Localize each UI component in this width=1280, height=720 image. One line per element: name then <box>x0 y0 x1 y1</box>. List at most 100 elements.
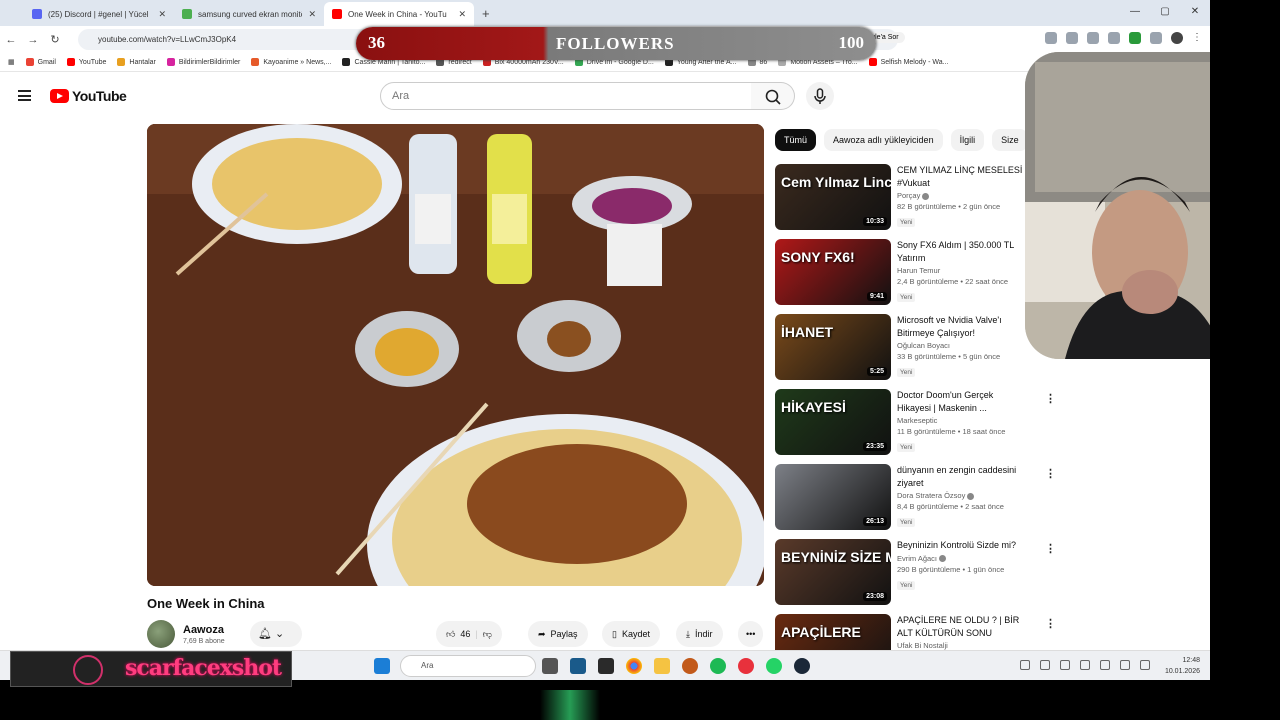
minimize-icon[interactable]: — <box>1120 0 1150 24</box>
search-button[interactable] <box>751 82 795 110</box>
bookmark-item[interactable]: Selfish Melody - Wa... <box>868 58 948 66</box>
taskbar-search-input[interactable]: Ara <box>400 655 536 677</box>
spotify-icon[interactable] <box>710 658 726 674</box>
recommended-video-title[interactable]: APAÇİLERE NE OLDU ? | BİR ALT KÜLTÜRÜN S… <box>897 614 1029 639</box>
recommended-video-title[interactable]: Microsoft ve Nvidia Valve'ı Bitirmeye Ça… <box>897 314 1029 339</box>
filter-chip[interactable]: Size <box>992 129 1028 151</box>
filter-chip[interactable]: Tümü <box>775 129 817 151</box>
recommended-video[interactable]: Cem Yılmaz Linci 10:33 CEM YILMAZ LİNÇ MES… <box>775 164 1056 230</box>
tray-icon[interactable] <box>1040 660 1050 670</box>
channel-name[interactable]: Aawoza <box>183 624 225 636</box>
close-tab-icon[interactable]: ✕ <box>458 9 466 20</box>
filter-chip[interactable]: Aawoza adlı yükleyiciden <box>824 129 943 151</box>
network-icon[interactable] <box>1120 660 1130 670</box>
more-vertical-icon[interactable]: ⋮ <box>1045 467 1056 480</box>
filter-chip[interactable]: İlgili <box>950 129 985 151</box>
bookmark-item[interactable]: Kayoanime » News,... <box>251 58 331 66</box>
youtube-logo[interactable]: YouTube <box>50 88 127 104</box>
thumbs-up-icon: 👍︎ <box>446 629 456 639</box>
task-view-icon[interactable] <box>542 658 558 674</box>
chrome-icon[interactable] <box>626 658 642 674</box>
recommended-channel-name[interactable]: Markeseptic <box>897 416 937 425</box>
bookmark-item[interactable]: Hantalar <box>117 58 156 66</box>
browser-tab[interactable]: (25) Discord | #genel | Yücel ✕ <box>24 2 174 26</box>
profile-icon[interactable] <box>1171 32 1183 44</box>
reload-icon[interactable]: ↻ <box>44 33 66 46</box>
bookmark-item[interactable]: YouTube <box>66 58 106 66</box>
taskbar-clock[interactable]: 12:48 10.01.2026 <box>1165 655 1200 677</box>
voice-search-button[interactable] <box>806 82 834 110</box>
forward-icon[interactable]: → <box>22 34 44 46</box>
maximize-icon[interactable]: ▢ <box>1150 0 1180 24</box>
recommended-channel-name[interactable]: Dora Stratera Özsoy <box>897 491 965 500</box>
recommended-channel-name[interactable]: Porçay <box>897 191 920 200</box>
share-button[interactable]: ➦ Paylaş <box>528 621 588 647</box>
recommended-channel-name[interactable]: Evrim Ağacı <box>897 554 937 563</box>
more-vertical-icon[interactable]: ⋮ <box>1045 617 1056 630</box>
new-tab-button[interactable]: + <box>474 2 498 26</box>
video-thumbnail[interactable]: Cem Yılmaz Linci 10:33 <box>775 164 891 230</box>
subscription-bell-button[interactable]: 🔔︎ ⌄ <box>250 621 302 647</box>
download-icon[interactable] <box>1129 32 1141 44</box>
youtube-logo-text: YouTube <box>72 88 127 104</box>
browser-tab[interactable]: One Week in China - YouTu ✕ <box>324 2 474 26</box>
apps-icon[interactable]: ▦ <box>8 58 15 66</box>
file-explorer-icon[interactable] <box>654 658 670 674</box>
recommended-video[interactable]: İHANET 5:25 Microsoft ve Nvidia Valve'ı Bi… <box>775 314 1056 380</box>
more-vertical-icon[interactable]: ⋮ <box>1045 392 1056 405</box>
video-thumbnail[interactable]: İHANET 5:25 <box>775 314 891 380</box>
download-button[interactable]: ⤓ İndir <box>676 621 723 647</box>
app-icon[interactable] <box>598 658 614 674</box>
video-player[interactable] <box>147 124 764 586</box>
recommended-video-title[interactable]: dünyanın en zengin caddesini ziyaret <box>897 464 1029 489</box>
new-badge: Yeni <box>897 293 916 302</box>
microphone-icon[interactable] <box>1100 660 1110 670</box>
close-window-icon[interactable]: ✕ <box>1180 0 1210 24</box>
search-input[interactable]: Ara <box>380 82 752 110</box>
windows-start-icon[interactable] <box>374 658 390 674</box>
tray-icon[interactable] <box>1060 660 1070 670</box>
channel-avatar[interactable] <box>147 620 175 648</box>
extension-icon[interactable] <box>1108 32 1120 44</box>
recommended-video-title[interactable]: Sony FX6 Aldım | 350.000 TL Yatırım <box>897 239 1029 264</box>
recommended-video[interactable]: 26:13 dünyanın en zengin caddesini ziyare… <box>775 464 1056 530</box>
browser-tab[interactable]: samsung curved ekran monitö ✕ <box>174 2 324 26</box>
video-thumbnail[interactable]: HİKAYESİ 23:35 <box>775 389 891 455</box>
recommended-video-title[interactable]: Doctor Doom'un Gerçek Hikayesi | Maskeni… <box>897 389 1029 414</box>
steam-icon[interactable] <box>794 658 810 674</box>
volume-icon[interactable] <box>1140 660 1150 670</box>
app-icon[interactable] <box>570 658 586 674</box>
extension-icon[interactable] <box>1066 32 1078 44</box>
whatsapp-icon[interactable] <box>766 658 782 674</box>
back-icon[interactable]: ← <box>0 34 22 46</box>
bookmark-item[interactable]: Gmail <box>25 58 56 66</box>
recommended-video[interactable]: BEYNİNİZ SİZE Mİ 23:08 Beyninizin Kontrolü… <box>775 539 1056 605</box>
video-thumbnail[interactable]: BEYNİNİZ SİZE Mİ 23:08 <box>775 539 891 605</box>
extension-icon[interactable] <box>1045 32 1057 44</box>
close-tab-icon[interactable]: ✕ <box>158 9 166 20</box>
bookmark-item[interactable]: BildirimlerBildirimler <box>166 58 240 66</box>
video-thumbnail[interactable]: SONY FX6! 9:41 <box>775 239 891 305</box>
like-button[interactable]: 👍︎ 46 | 👎︎ <box>436 621 502 647</box>
thumbs-down-icon[interactable]: 👎︎ <box>483 621 492 647</box>
menu-burger-icon[interactable] <box>18 90 31 101</box>
recommended-video-title[interactable]: CEM YILMAZ LİNÇ MESELESİ #Vukuat <box>897 164 1029 189</box>
video-thumbnail[interactable]: 26:13 <box>775 464 891 530</box>
recommended-video[interactable]: HİKAYESİ 23:35 Doctor Doom'un Gerçek Hikay… <box>775 389 1056 455</box>
app-icon[interactable] <box>738 658 754 674</box>
recommended-video-title[interactable]: Beyninizin Kontrolü Sizde mi? <box>897 539 1029 552</box>
more-actions-button[interactable]: ••• <box>738 621 764 647</box>
extensions-icon[interactable] <box>1150 32 1162 44</box>
more-vertical-icon[interactable]: ⋮ <box>1045 542 1056 555</box>
recommended-channel-name[interactable]: Oğulcan Boyacı <box>897 341 950 350</box>
recommended-channel-name[interactable]: Harun Temur <box>897 266 940 275</box>
save-button[interactable]: ▯ Kaydet <box>602 621 660 647</box>
tray-icon[interactable] <box>1080 660 1090 670</box>
recommended-channel-name[interactable]: Ufak Bi Nostalji <box>897 641 948 650</box>
chevron-up-icon[interactable] <box>1020 660 1030 670</box>
recommended-video[interactable]: SONY FX6! 9:41 Sony FX6 Aldım | 350.000 TL… <box>775 239 1056 305</box>
menu-icon[interactable]: ⋮ <box>1192 32 1204 44</box>
extension-icon[interactable] <box>1087 32 1099 44</box>
app-icon[interactable] <box>682 658 698 674</box>
close-tab-icon[interactable]: ✕ <box>308 9 316 20</box>
